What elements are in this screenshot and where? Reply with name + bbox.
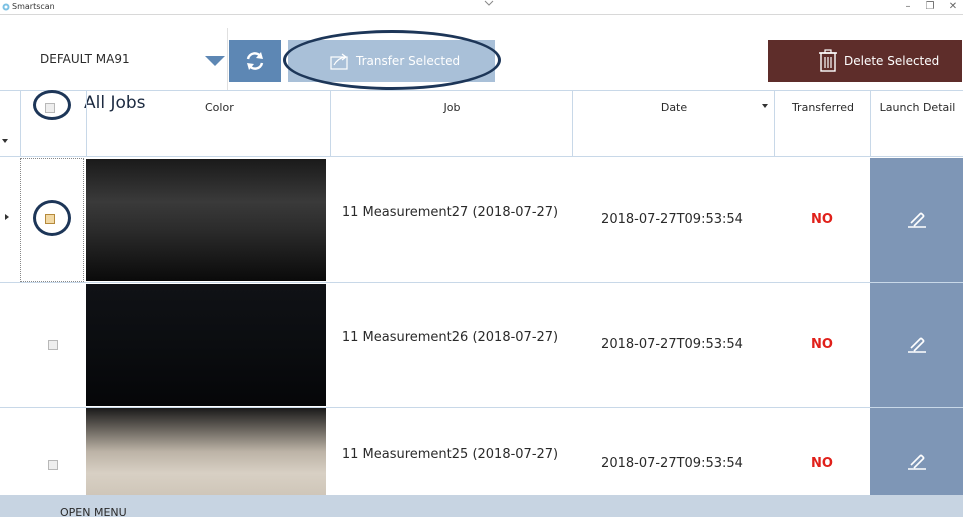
filter-cell-date[interactable]: [572, 126, 775, 156]
job-name: 11 Measurement27 (2018-07-27): [341, 205, 559, 220]
row-indicator-down-icon: [2, 139, 8, 143]
column-header-launch-detail[interactable]: Launch Detail: [870, 90, 963, 126]
job-name: 11 Measurement26 (2018-07-27): [341, 330, 559, 345]
row-checkbox[interactable]: [48, 460, 58, 470]
window-title: Smartscan: [12, 2, 55, 11]
app-logo-icon: [2, 3, 10, 11]
filter-cell-job[interactable]: [330, 126, 573, 156]
launch-detail-button[interactable]: [870, 158, 963, 282]
color-swatch: [86, 408, 326, 495]
open-menu-button[interactable]: OPEN MENU: [60, 506, 127, 519]
filter-cell-launch[interactable]: [870, 126, 963, 156]
annotation-ring-transfer: [283, 30, 501, 90]
transferred-status: NO: [811, 456, 833, 471]
transferred-status: NO: [811, 212, 833, 227]
title-bar: [0, 0, 963, 15]
delete-selected-button[interactable]: Delete Selected: [768, 40, 962, 82]
column-header-job[interactable]: Job: [330, 90, 573, 126]
dropdown-arrow-icon[interactable]: [204, 54, 226, 68]
job-name: 11 Measurement25 (2018-07-27): [341, 447, 559, 462]
launch-detail-button[interactable]: [870, 408, 963, 495]
row-checkbox[interactable]: [48, 340, 58, 350]
filter-cell-select[interactable]: [20, 126, 85, 156]
transferred-status: NO: [811, 337, 833, 352]
annotation-ring-row-checkbox: [33, 200, 71, 236]
sort-descending-icon[interactable]: [762, 104, 768, 108]
column-header-transferred[interactable]: Transferred: [774, 90, 871, 126]
delete-selected-label: Delete Selected: [844, 54, 940, 68]
filter-cell-transferred[interactable]: [774, 126, 871, 156]
chevron-down-icon[interactable]: [484, 0, 494, 8]
color-swatch: [86, 284, 326, 406]
job-date: 2018-07-27T09:53:54: [601, 337, 743, 352]
profile-selected-value: DEFAULT MA91: [40, 52, 130, 66]
annotation-ring-select-all: [33, 90, 71, 120]
refresh-icon: [246, 52, 264, 70]
column-header-color[interactable]: Color: [86, 90, 331, 126]
filter-cell-color[interactable]: [86, 126, 331, 156]
color-swatch: [86, 159, 326, 281]
maximize-button[interactable]: ❐: [920, 0, 940, 14]
row-pointer-icon: [5, 214, 9, 220]
status-bar: [0, 495, 963, 517]
edit-pencil-icon: [908, 212, 926, 228]
launch-detail-button[interactable]: [870, 283, 963, 407]
edit-pencil-icon: [908, 454, 926, 470]
minimize-button[interactable]: –: [898, 0, 918, 14]
job-date: 2018-07-27T09:53:54: [601, 456, 743, 471]
refresh-button[interactable]: [229, 40, 281, 82]
column-header-date[interactable]: Date: [572, 90, 775, 126]
job-date: 2018-07-27T09:53:54: [601, 212, 743, 227]
edit-pencil-icon: [908, 337, 926, 353]
trash-icon: [819, 49, 837, 72]
close-button[interactable]: ✕: [943, 0, 963, 14]
